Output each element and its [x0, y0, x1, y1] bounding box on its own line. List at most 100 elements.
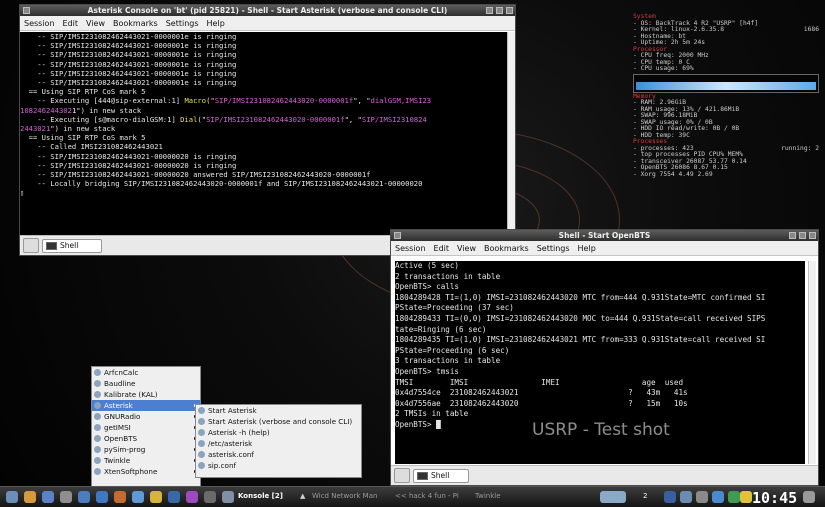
launcher-icon[interactable] — [24, 491, 36, 503]
minimize-icon[interactable] — [486, 7, 493, 14]
terminal-line: 1804289433 TI=(0,0) IMSI=231082462443020… — [395, 313, 766, 323]
menu-item-gnuradio[interactable]: GNURadio▸ — [92, 411, 200, 422]
conky-row: - Uptime: 2h 5m 24s — [633, 39, 819, 47]
tab-shell[interactable]: Shell — [413, 469, 469, 483]
menu-item-label: sip.conf — [208, 461, 237, 470]
vertical-scrollbar[interactable] — [507, 32, 515, 235]
window-menu-icon[interactable] — [394, 232, 401, 239]
terminal-cursor: █ — [436, 419, 441, 429]
clock[interactable]: 10:45 — [752, 489, 797, 507]
menu-bar: Session Edit View Bookmarks Settings Help — [391, 241, 818, 256]
window-titlebar[interactable]: Asterisk Console on 'bt' (pid 25821) - S… — [20, 5, 515, 16]
submenu-item[interactable]: Start Asterisk — [196, 405, 361, 416]
menu-item-openbts[interactable]: OpenBTS▸ — [92, 433, 200, 444]
menu-item-baudline[interactable]: Baudline — [92, 378, 200, 389]
terminal-line: == Using SIP RTP CoS mark 5 — [20, 87, 507, 96]
task-konsole[interactable]: Konsole [2] — [238, 492, 283, 500]
asterisk-console-window[interactable]: Asterisk Console on 'bt' (pid 25821) - S… — [19, 4, 516, 256]
window-menu-icon[interactable] — [23, 7, 30, 14]
terminal-text: -- SIP/IMSI231082462443021-00000020 is r… — [20, 151, 237, 161]
minimize-icon[interactable] — [789, 232, 796, 239]
menu-item-label: Start Asterisk — [208, 406, 257, 415]
terminal-line: -- SIP/IMSI231082462443021-0000001e is r… — [20, 32, 507, 41]
launcher-icon[interactable] — [168, 491, 180, 503]
task-twinkle[interactable]: Twinkle — [475, 492, 501, 500]
terminal-line: -- SIP/IMSI231082462443021-00000020 answ… — [20, 170, 507, 179]
menu-item-asterisk[interactable]: Asterisk▸ — [92, 400, 200, 411]
menu-item-label: Kalibrate (KAL) — [104, 390, 158, 399]
tray-icon[interactable] — [680, 491, 692, 503]
terminal-text: ", " — [344, 114, 362, 124]
launcher-icon[interactable] — [150, 491, 162, 503]
menu-settings[interactable]: Settings — [166, 19, 199, 28]
launcher-icon[interactable] — [114, 491, 126, 503]
menu-session[interactable]: Session — [395, 244, 426, 253]
maximize-icon[interactable] — [799, 232, 806, 239]
terminal-line: -- SIP/IMSI231082462443021-0000001e is r… — [20, 78, 507, 87]
star-icon[interactable] — [740, 491, 752, 503]
menu-bookmarks[interactable]: Bookmarks — [484, 244, 529, 253]
task-wicd[interactable]: Wicd Network Man — [312, 492, 377, 500]
menu-bar: Session Edit View Bookmarks Settings Help — [20, 16, 515, 31]
network-icon[interactable] — [712, 491, 724, 503]
openbts-shell-window[interactable]: Shell - Start OpenBTS Session Edit View Boo… — [390, 229, 819, 486]
window-titlebar[interactable]: Shell - Start OpenBTS — [391, 230, 818, 241]
terminal-line: TMSI IMSI IMEI age used — [395, 377, 684, 387]
launcher-icon[interactable] — [204, 491, 216, 503]
terminal-output[interactable]: -- SIP/IMSI231082462443021-0000001e is r… — [20, 32, 507, 235]
asterisk-submenu[interactable]: Start Asterisk Start Asterisk (verbose an… — [195, 404, 362, 478]
menu-item-xtensoftphone[interactable]: XtenSoftphone▸ — [92, 466, 200, 477]
launcher-icon[interactable] — [186, 491, 198, 503]
submenu-item[interactable]: Asterisk -h (help) — [196, 427, 361, 438]
application-menu[interactable]: ArfcnCalc Baudline Kalibrate (KAL) Asterisk… — [91, 366, 201, 487]
app-icon — [94, 424, 101, 431]
menu-item-twinkle[interactable]: Twinkle▸ — [92, 455, 200, 466]
konsole-icon[interactable] — [222, 491, 234, 503]
launcher-icon[interactable] — [96, 491, 108, 503]
trash-icon[interactable] — [803, 491, 815, 503]
tray-icon[interactable] — [664, 491, 676, 503]
launcher-icon[interactable] — [42, 491, 54, 503]
close-icon[interactable] — [506, 7, 513, 14]
menu-bookmarks[interactable]: Bookmarks — [113, 19, 158, 28]
launcher-icon[interactable] — [132, 491, 144, 503]
tab-shell[interactable]: Shell — [42, 239, 102, 253]
conky-label: - Xorg 7554 4.49 2.69 — [633, 170, 713, 178]
menu-view[interactable]: View — [457, 244, 476, 253]
menu-view[interactable]: View — [86, 19, 105, 28]
volume-icon[interactable] — [696, 491, 708, 503]
terminal-text: -- SIP/IMSI231082462443021-0000001e is r… — [20, 59, 237, 69]
terminal-text: -- SIP/IMSI231082462443021-0000001e is r… — [20, 41, 237, 51]
submenu-item[interactable]: Start Asterisk (verbose and console CLI) — [196, 416, 361, 427]
menu-help[interactable]: Help — [578, 244, 596, 253]
launcher-icon[interactable] — [60, 491, 72, 503]
pager-desktop-1[interactable] — [600, 491, 626, 503]
app-icon — [198, 462, 205, 469]
close-icon[interactable] — [809, 232, 816, 239]
task-browser[interactable]: << hack 4 fun - Pi — [395, 492, 459, 500]
submenu-item[interactable]: sip.conf — [196, 460, 361, 471]
terminal-icon — [417, 472, 428, 480]
menu-edit[interactable]: Edit — [434, 244, 450, 253]
menu-session[interactable]: Session — [24, 19, 55, 28]
terminal-line: PState=Proceeding (6 sec) — [395, 345, 510, 355]
menu-settings[interactable]: Settings — [537, 244, 570, 253]
menu-item-kalibrate-kal-[interactable]: Kalibrate (KAL) — [92, 389, 200, 400]
terminal-text: -- SIP/IMSI231082462443021-0000001e is r… — [20, 50, 237, 60]
menu-edit[interactable]: Edit — [63, 19, 79, 28]
submenu-item[interactable]: asterisk.conf — [196, 449, 361, 460]
new-tab-button[interactable] — [394, 468, 410, 483]
menu-help[interactable]: Help — [207, 19, 225, 28]
new-tab-button[interactable] — [23, 238, 39, 253]
kde-menu-icon[interactable] — [6, 491, 18, 503]
menu-item-arfcncalc[interactable]: ArfcnCalc — [92, 367, 200, 378]
maximize-icon[interactable] — [496, 7, 503, 14]
app-icon — [198, 429, 205, 436]
tray-icon[interactable] — [728, 491, 740, 503]
menu-item-pysim-prog[interactable]: pySim-prog▸ — [92, 444, 200, 455]
submenu-item[interactable]: /etc/asterisk — [196, 438, 361, 449]
vertical-scrollbar[interactable] — [808, 261, 816, 464]
pager-desktop-number[interactable]: 2 — [643, 492, 647, 500]
launcher-icon[interactable] — [78, 491, 90, 503]
menu-item-getimsi[interactable]: getIMSI▸ — [92, 422, 200, 433]
